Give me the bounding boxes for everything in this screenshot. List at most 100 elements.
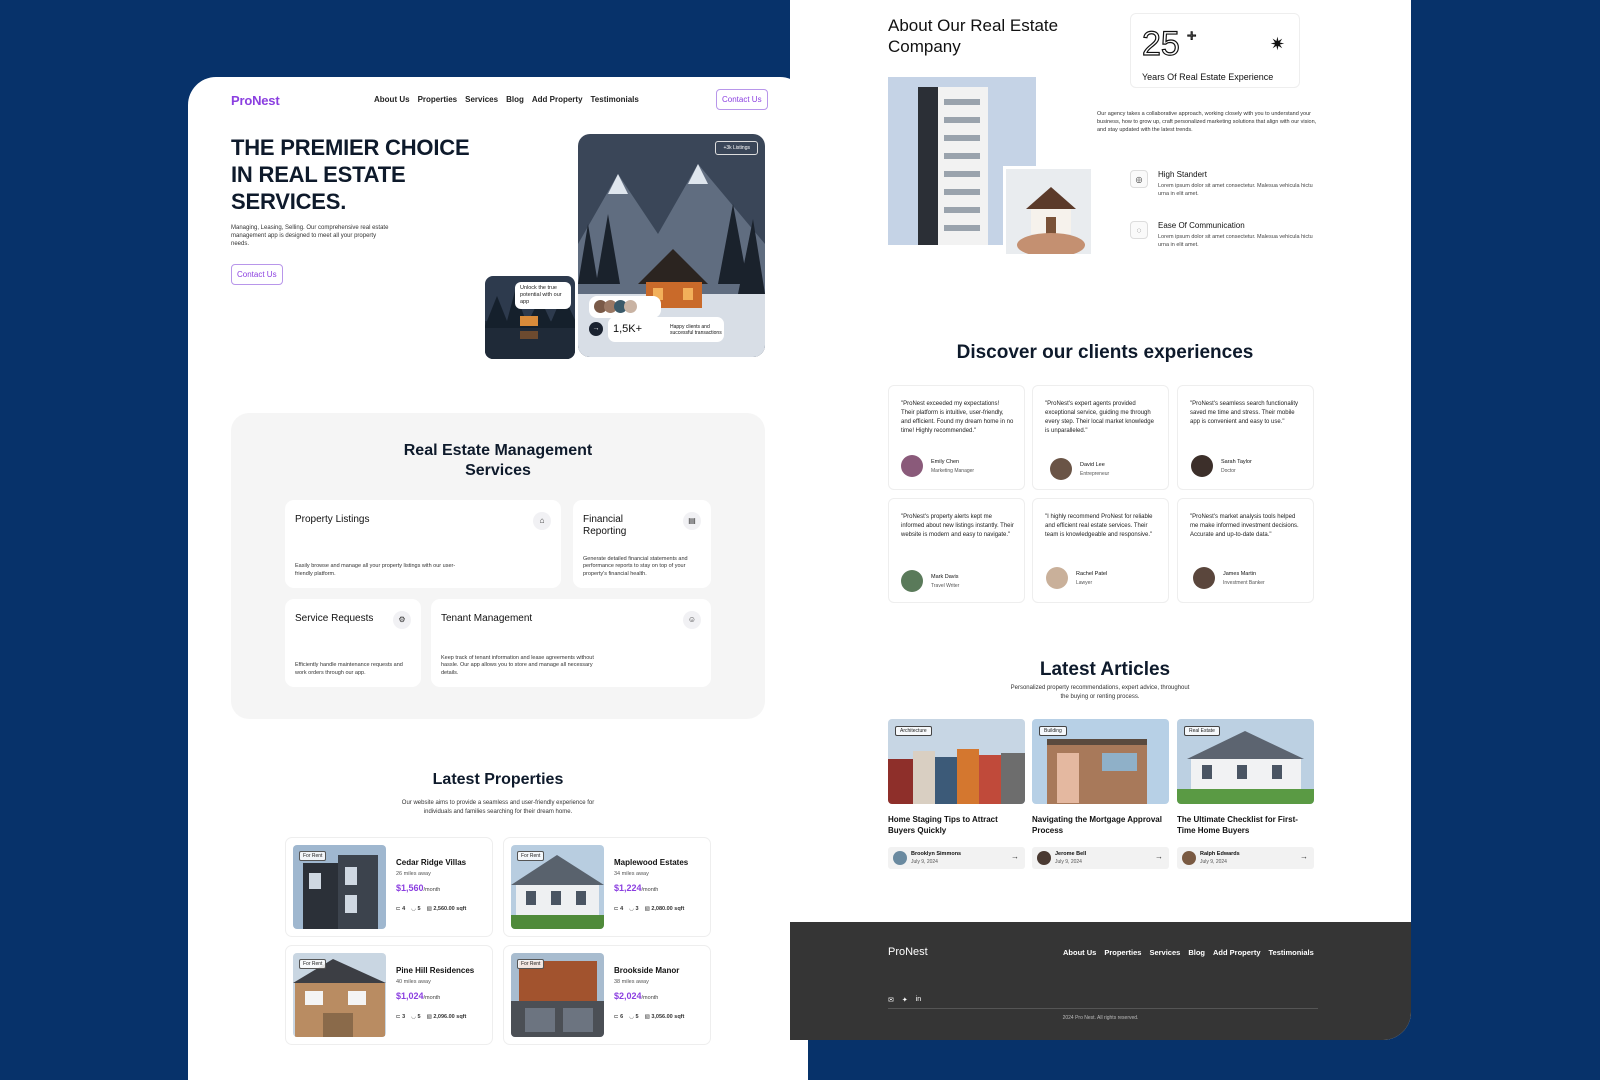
bath-icon: ◡ 5 xyxy=(629,1014,639,1020)
nav-testimonials[interactable]: Testimonials xyxy=(591,95,639,104)
testimonial-quote: "I highly recommend ProNest for reliable… xyxy=(1045,514,1153,538)
property-name: Cedar Ridge Villas xyxy=(396,858,467,867)
property-card[interactable]: For Rent Brookside Manor 38 miles away $… xyxy=(503,945,711,1045)
property-image: For Rent xyxy=(511,845,604,929)
rent-badge: For Rent xyxy=(517,851,545,861)
article-image: Real Estate xyxy=(1177,719,1314,804)
feature-title: Ease Of Communication xyxy=(1158,221,1245,230)
service-desc: Efficiently handle maintenance requests … xyxy=(295,662,403,676)
service-desc: Keep track of tenant information and lea… xyxy=(441,654,594,676)
property-name: Maplewood Estates xyxy=(614,858,689,867)
feature-desc: Lorem ipsum dolor sit amet consectetur. … xyxy=(1158,183,1313,197)
listings-badge: +3k Listings xyxy=(715,141,758,155)
nav-blog[interactable]: Blog xyxy=(506,95,524,104)
footer-nav-blog[interactable]: Blog xyxy=(1188,948,1205,957)
footer-nav-about[interactable]: About Us xyxy=(1063,948,1096,957)
area-icon: ▧ 2,080.00 sqft xyxy=(644,906,685,912)
landing-page-right: About Our Real Estate Company 25 + ✷ Yea… xyxy=(790,0,1411,1040)
client-avatars xyxy=(589,296,661,318)
bed-icon: ⊏ 4 xyxy=(396,906,406,912)
property-stats: ⊏ 6 ◡ 5 ▧ 3,056.00 sqft xyxy=(614,1014,684,1020)
footer-nav: About Us Properties Services Blog Add Pr… xyxy=(1063,948,1314,957)
testimonial-name: Mark Davis xyxy=(931,574,959,580)
property-stats: ⊏ 4 ◡ 3 ▧ 2,080.00 sqft xyxy=(614,906,684,912)
arrow-right-icon[interactable]: → xyxy=(589,322,603,336)
main-nav: About Us Properties Services Blog Add Pr… xyxy=(374,95,639,104)
footer-nav-services[interactable]: Services xyxy=(1149,948,1180,957)
property-card[interactable]: For Rent Cedar Ridge Villas 26 miles awa… xyxy=(285,837,493,937)
property-name: Brookside Manor xyxy=(614,966,680,975)
testimonials-title: Discover our clients experiences xyxy=(956,342,1254,363)
bed-icon: ⊏ 3 xyxy=(396,1014,406,1020)
logo[interactable]: ProNest xyxy=(231,93,280,108)
arrow-right-icon[interactable]: → xyxy=(1011,852,1019,861)
hero-bubble: Unlock the true potential with our app xyxy=(515,282,571,309)
avatar xyxy=(1193,567,1215,589)
property-distance: 38 miles away xyxy=(614,979,649,985)
testimonial-quote: "ProNest's property alerts kept me infor… xyxy=(901,514,1014,538)
nav-properties[interactable]: Properties xyxy=(418,95,458,104)
testimonial-card: "ProNest exceeded my expectations! Their… xyxy=(888,385,1025,490)
arrow-right-icon[interactable]: → xyxy=(1155,852,1163,861)
clients-stat: 1,5K+ Happy clients and successful trans… xyxy=(608,317,724,342)
testimonial-name: Sarah Taylor xyxy=(1221,459,1252,465)
property-card[interactable]: For Rent Maplewood Estates 34 miles away… xyxy=(503,837,711,937)
service-card-tenants[interactable]: Tenant Management ☺ Keep track of tenant… xyxy=(431,599,711,687)
testimonial-card: "I highly recommend ProNest for reliable… xyxy=(1032,498,1169,603)
hero-contact-button[interactable]: Contact Us xyxy=(231,264,283,285)
landing-page-left: ProNest About Us Properties Services Blo… xyxy=(188,77,808,1080)
property-card[interactable]: For Rent Pine Hill Residences 40 miles a… xyxy=(285,945,493,1045)
service-card-requests[interactable]: Service Requests ⚙ Efficiently handle ma… xyxy=(285,599,421,687)
testimonial-name: Rachel Patel xyxy=(1076,571,1108,577)
article-image: Building xyxy=(1032,719,1169,804)
clients-count: 1,5K+ xyxy=(613,323,643,335)
article-tag: Building xyxy=(1039,726,1067,736)
mail-icon[interactable]: ✉ xyxy=(888,996,894,1004)
article-image: Architecture xyxy=(888,719,1025,804)
nav-about[interactable]: About Us xyxy=(374,95,410,104)
property-image: For Rent xyxy=(293,845,386,929)
footer-nav-add-property[interactable]: Add Property xyxy=(1213,948,1261,957)
testimonial-name: David Lee xyxy=(1080,462,1105,468)
sparkle-icon: ✷ xyxy=(1269,34,1285,54)
avatar xyxy=(1046,567,1068,589)
service-title: Service Requests xyxy=(295,613,374,624)
service-card-listings[interactable]: Property Listings ⌂ Easily browse and ma… xyxy=(285,500,561,588)
article-title: Navigating the Mortgage Approval Process xyxy=(1032,815,1162,835)
testimonial-role: Travel Writer xyxy=(931,583,960,589)
service-card-financial[interactable]: Financial Reporting ▤ Generate detailed … xyxy=(573,500,711,588)
footer-nav-testimonials[interactable]: Testimonials xyxy=(1269,948,1314,957)
footer-nav-properties[interactable]: Properties xyxy=(1104,948,1141,957)
avatar xyxy=(1191,455,1213,477)
linkedin-icon[interactable]: in xyxy=(916,996,921,1004)
bath-icon: ◡ 3 xyxy=(629,906,639,912)
testimonial-quote: "ProNest's expert agents provided except… xyxy=(1045,401,1154,434)
article-title: The Ultimate Checklist for First-Time Ho… xyxy=(1177,815,1298,835)
twitter-icon[interactable]: ✦ xyxy=(902,996,908,1004)
service-title: Property Listings xyxy=(295,514,370,525)
area-icon: ▧ 2,096.00 sqft xyxy=(426,1014,467,1020)
testimonial-quote: "ProNest's seamless search functionality… xyxy=(1190,401,1298,425)
bed-icon: ⊏ 6 xyxy=(614,1014,624,1020)
testimonial-card: "ProNest's market analysis tools helped … xyxy=(1177,498,1314,603)
property-distance: 40 miles away xyxy=(396,979,431,985)
properties-subtitle: Our website aims to provide a seamless a… xyxy=(401,800,595,815)
about-description: Our agency takes a collaborative approac… xyxy=(1097,111,1317,133)
nav-contact-button[interactable]: Contact Us xyxy=(716,89,768,110)
chat-icon: ◌ xyxy=(1130,221,1148,239)
article-author: Brooklyn Simmons July 9, 2024 → xyxy=(888,847,1025,869)
arrow-right-icon[interactable]: → xyxy=(1300,852,1308,861)
property-distance: 26 miles away xyxy=(396,871,431,877)
report-icon: ▤ xyxy=(683,512,701,530)
testimonial-role: Lawyer xyxy=(1076,580,1093,586)
nav-add-property[interactable]: Add Property xyxy=(532,95,583,104)
area-icon: ▧ 3,056.00 sqft xyxy=(644,1014,685,1020)
testimonial-role: Entrepreneur xyxy=(1080,471,1110,477)
footer-logo[interactable]: ProNest xyxy=(888,946,928,958)
services-section: Real Estate Management Services Property… xyxy=(231,413,765,719)
articles-subtitle: Personalized property recommendations, e… xyxy=(1010,685,1190,700)
articles-title: Latest Articles xyxy=(1039,659,1171,680)
testimonial-name: James Martin xyxy=(1223,571,1257,577)
nav-services[interactable]: Services xyxy=(465,95,498,104)
hero-cabin-image: +3k Listings → 1,5K+ Happy clients and s… xyxy=(578,134,765,357)
